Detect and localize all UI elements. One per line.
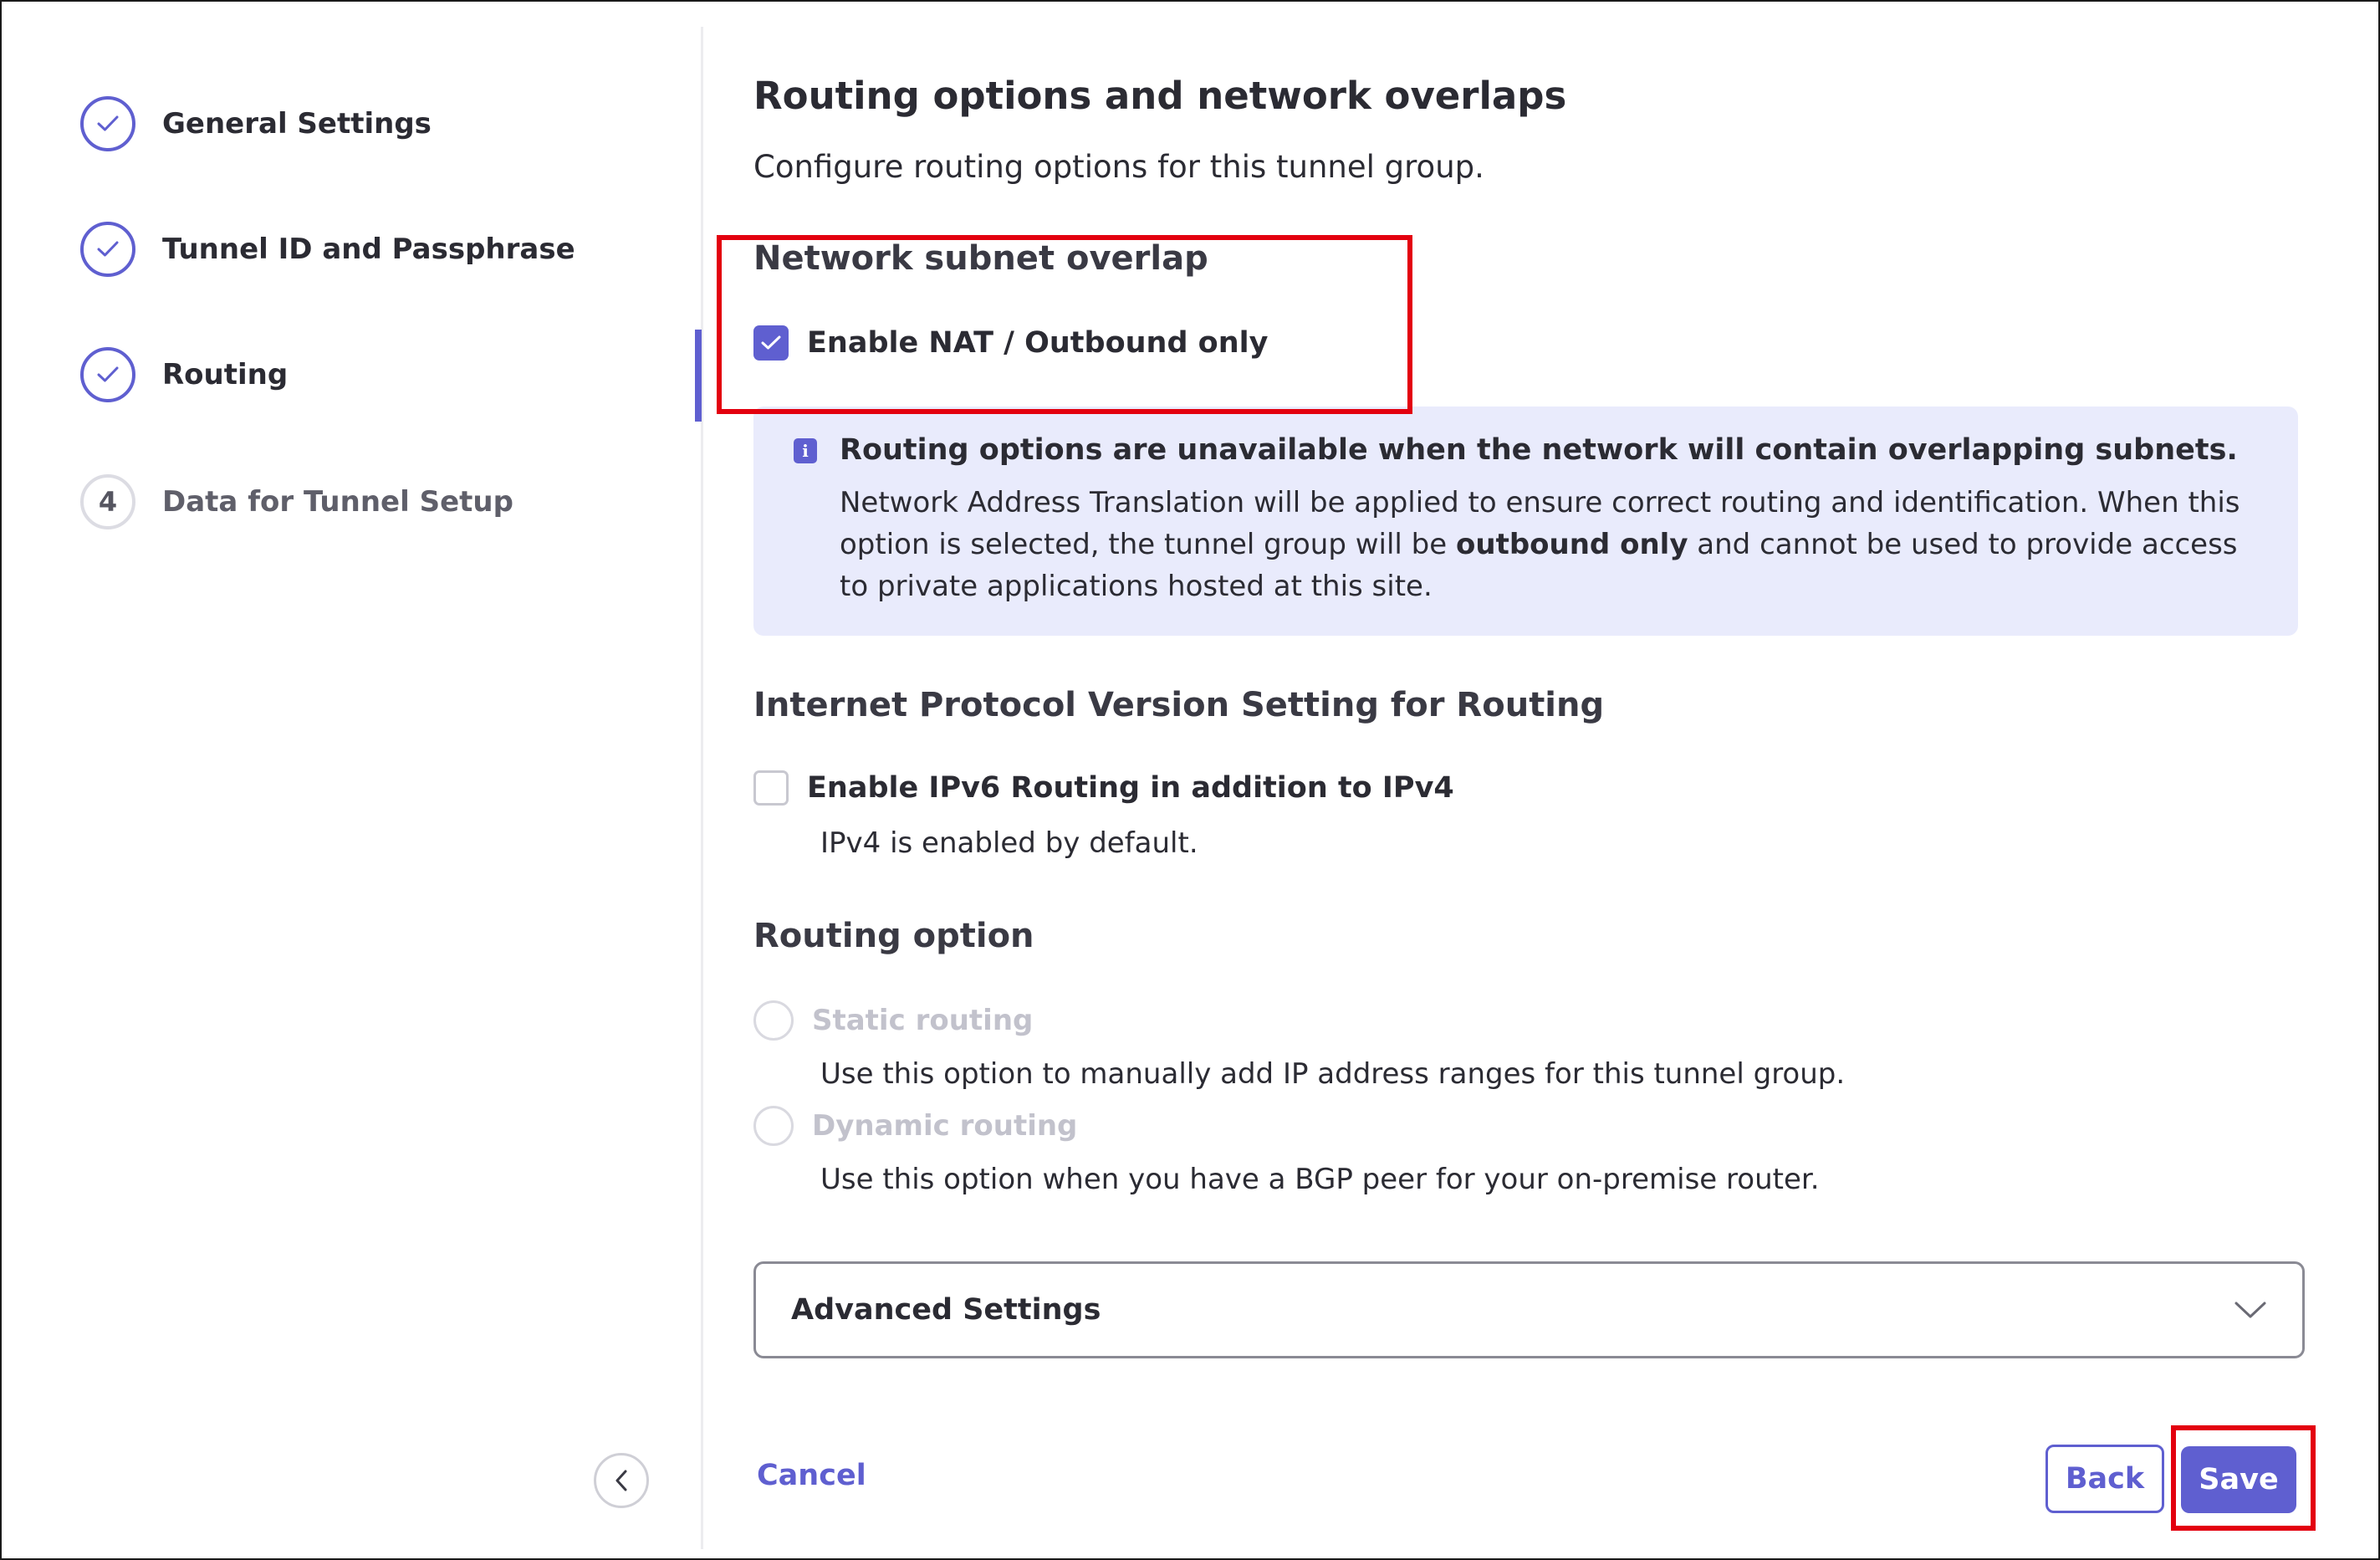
enable-nat-checkbox[interactable] [753, 325, 789, 361]
advanced-settings-label: Advanced Settings [791, 1293, 1101, 1327]
routing-option-heading: Routing option [753, 917, 1034, 955]
routing-form: Routing options and network overlaps Con… [753, 2, 2342, 1557]
enable-nat-label: Enable NAT / Outbound only [807, 326, 1269, 360]
page-title: Routing options and network overlaps [753, 74, 1567, 118]
step-complete-check-icon [80, 96, 135, 151]
static-routing-label: Static routing [812, 1004, 1034, 1037]
static-routing-description: Use this option to manually add IP addre… [820, 1057, 1846, 1091]
check-icon [761, 335, 781, 350]
chevron-down-icon [2234, 1302, 2266, 1318]
enable-nat-checkbox-row[interactable]: Enable NAT / Outbound only [753, 323, 1268, 363]
step-label: Data for Tunnel Setup [162, 485, 513, 519]
dynamic-routing-radio-row[interactable]: Dynamic routing [753, 1105, 1077, 1147]
info-body: Network Address Translation will be appl… [840, 482, 2261, 607]
static-routing-radio[interactable] [753, 1000, 794, 1041]
sidebar-divider [701, 27, 703, 1549]
ipv4-default-note: IPv4 is enabled by default. [820, 826, 1198, 860]
step-general-settings[interactable]: General Settings [80, 93, 432, 155]
dynamic-routing-description: Use this option when you have a BGP peer… [820, 1163, 1820, 1196]
info-icon: i [794, 438, 817, 463]
step-tunnel-id[interactable]: Tunnel ID and Passphrase [80, 218, 575, 280]
ip-version-heading: Internet Protocol Version Setting for Ro… [753, 686, 1605, 724]
step-label: Routing [162, 358, 289, 391]
enable-ipv6-checkbox[interactable] [753, 770, 789, 806]
step-complete-check-icon [80, 222, 135, 277]
wizard-sidebar: General Settings Tunnel ID and Passphras… [3, 3, 702, 1557]
save-button[interactable]: Save [2181, 1446, 2296, 1513]
window-frame: General Settings Tunnel ID and Passphras… [0, 0, 2380, 1560]
step-data-for-tunnel-setup[interactable]: 4 Data for Tunnel Setup [80, 471, 513, 533]
enable-ipv6-label: Enable IPv6 Routing in addition to IPv4 [807, 771, 1454, 805]
info-body-emphasis: outbound only [1456, 528, 1688, 561]
step-label: General Settings [162, 107, 432, 141]
step-complete-check-icon [80, 347, 135, 402]
collapse-sidebar-button[interactable] [594, 1453, 649, 1508]
info-banner: i Routing options are unavailable when t… [753, 407, 2298, 636]
active-step-indicator [695, 330, 702, 422]
enable-ipv6-checkbox-row[interactable]: Enable IPv6 Routing in addition to IPv4 [753, 768, 1454, 808]
advanced-settings-accordion[interactable]: Advanced Settings [753, 1261, 2305, 1358]
subnet-overlap-heading: Network subnet overlap [753, 239, 1208, 278]
dynamic-routing-radio[interactable] [753, 1106, 794, 1146]
step-label: Tunnel ID and Passphrase [162, 233, 575, 266]
static-routing-radio-row[interactable]: Static routing [753, 1000, 1033, 1041]
step-number-badge: 4 [80, 474, 135, 529]
page-subtitle: Configure routing options for this tunne… [753, 149, 1484, 185]
step-routing[interactable]: Routing [80, 344, 288, 406]
cancel-button[interactable]: Cancel [757, 1459, 866, 1492]
chevron-left-icon [615, 1470, 627, 1491]
dynamic-routing-label: Dynamic routing [812, 1109, 1078, 1143]
back-button[interactable]: Back [2045, 1445, 2164, 1513]
info-heading: Routing options are unavailable when the… [840, 433, 2238, 467]
